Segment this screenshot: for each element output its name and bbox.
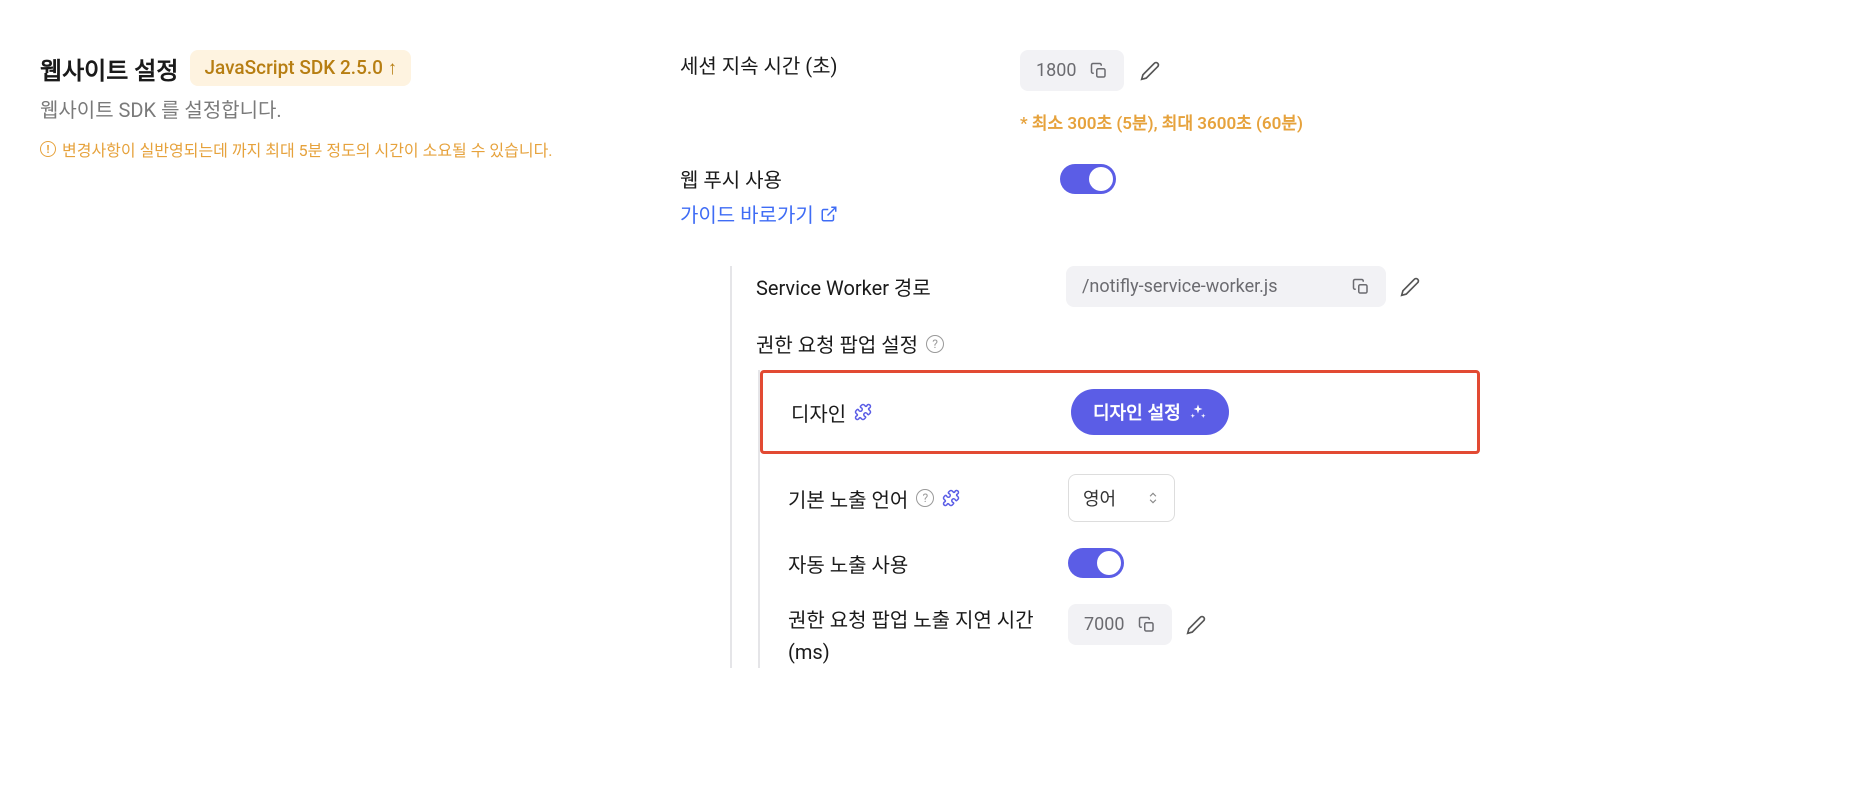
copy-icon[interactable] [1090,62,1108,80]
web-push-label: 웹 푸시 사용 [680,164,1000,193]
page-subtitle: 웹사이트 SDK 를 설정합니다. [40,94,580,123]
warning-message: 변경사항이 실반영되는데 까지 최대 5분 정도의 시간이 소요될 수 있습니다… [62,137,553,161]
web-push-row: 웹 푸시 사용 가이드 바로가기 [680,164,1480,246]
default-language-label: 기본 노출 언어 ? [788,484,1048,513]
sdk-version-badge: JavaScript SDK 2.5.0 ↑ [190,50,411,86]
help-icon[interactable]: ? [926,335,944,353]
web-push-toggle[interactable] [1060,164,1116,194]
settings-column: 세션 지속 시간 (초) 1800 * 최소 300초 (5분), 최대 360… [680,50,1480,694]
default-language-row: 기본 노출 언어 ? 영어 [760,474,1480,522]
session-duration-value: 1800 [1020,50,1124,91]
design-row: 디자인 디자인 설정 [760,370,1480,454]
page-title: 웹사이트 설정 [40,51,178,86]
edit-icon[interactable] [1400,277,1420,297]
help-icon[interactable]: ? [916,489,934,507]
session-duration-row: 세션 지속 시간 (초) 1800 [680,50,1480,109]
edit-icon[interactable] [1186,615,1206,635]
sparkle-icon [1189,403,1207,421]
delay-label: 권한 요청 팝업 노출 지연 시간 (ms) [788,604,1048,668]
left-column: 웹사이트 설정 JavaScript SDK 2.5.0 ↑ 웹사이트 SDK … [40,50,580,694]
external-link-icon [820,205,838,223]
puzzle-icon [854,403,872,421]
permission-popup-nested-section: 디자인 디자인 설정 [758,370,1480,668]
delay-value: 7000 [1068,604,1172,645]
session-duration-label: 세션 지속 시간 (초) [680,50,1000,79]
edit-icon[interactable] [1140,61,1160,81]
auto-expose-row: 자동 노출 사용 [760,548,1480,578]
chevron-updown-icon [1146,491,1160,505]
web-push-nested-section: Service Worker 경로 /notifly-service-worke… [730,266,1480,668]
copy-icon[interactable] [1138,616,1156,634]
auto-expose-label: 자동 노출 사용 [788,549,1048,578]
warning-text: ! 변경사항이 실반영되는데 까지 최대 5분 정도의 시간이 소요될 수 있습… [40,137,580,161]
service-worker-value: /notifly-service-worker.js [1066,266,1386,307]
design-settings-button[interactable]: 디자인 설정 [1071,389,1229,435]
copy-icon[interactable] [1352,278,1370,296]
info-icon: ! [40,141,56,157]
session-duration-hint: * 최소 300초 (5분), 최대 3600초 (60분) [1020,109,1480,134]
language-select[interactable]: 영어 [1068,474,1175,522]
auto-expose-toggle[interactable] [1068,548,1124,578]
service-worker-row: Service Worker 경로 /notifly-service-worke… [732,266,1480,307]
guide-link[interactable]: 가이드 바로가기 [680,199,838,228]
puzzle-icon [942,489,960,507]
permission-popup-heading-row: 권한 요청 팝업 설정 ? [732,329,1480,358]
permission-popup-label: 권한 요청 팝업 설정 [756,329,918,358]
design-label: 디자인 [791,398,1051,427]
delay-row: 권한 요청 팝업 노출 지연 시간 (ms) 7000 [760,604,1480,668]
service-worker-label: Service Worker 경로 [756,272,1046,301]
